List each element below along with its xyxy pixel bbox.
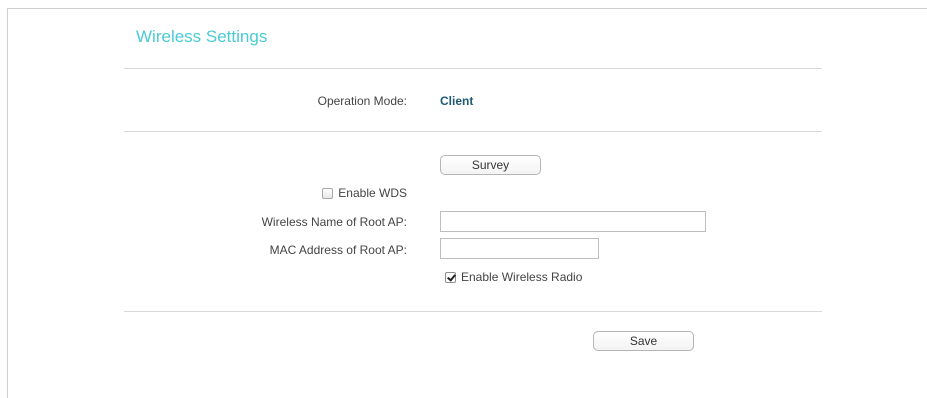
enable-wds-label: Enable WDS [338, 186, 407, 200]
enable-wds-checkbox[interactable] [322, 187, 334, 199]
content-frame [7, 8, 927, 398]
root-ap-mac-label: MAC Address of Root AP: [269, 243, 407, 257]
enable-radio-row[interactable]: Enable Wireless Radio [445, 270, 582, 284]
save-button[interactable]: Save [593, 331, 694, 351]
root-ap-mac-input[interactable] [440, 238, 599, 259]
page-title: Wireless Settings [136, 27, 268, 46]
enable-wds-row[interactable]: Enable WDS [322, 186, 407, 200]
enable-radio-label: Enable Wireless Radio [461, 270, 583, 284]
divider-top [124, 68, 822, 69]
operation-mode-value: Client [440, 94, 474, 108]
operation-mode-label: Operation Mode: [317, 94, 407, 108]
divider-bottom [124, 311, 822, 312]
root-ap-name-input[interactable] [440, 211, 706, 232]
survey-button[interactable]: Survey [440, 155, 541, 175]
root-ap-name-label: Wireless Name of Root AP: [261, 215, 407, 229]
enable-radio-checkbox[interactable] [445, 271, 456, 283]
divider-middle [124, 131, 822, 132]
